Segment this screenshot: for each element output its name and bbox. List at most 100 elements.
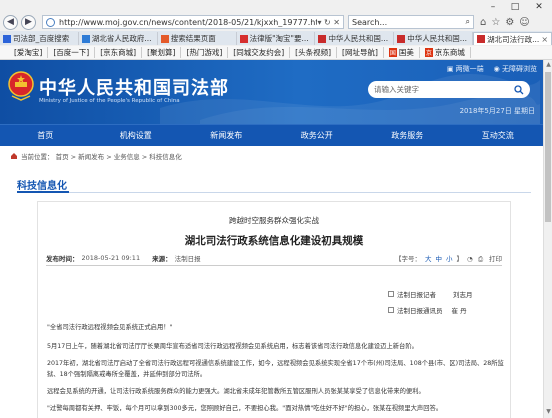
source-label: 来源：: [152, 255, 172, 263]
fav-item[interactable]: [头条视频]: [290, 47, 338, 58]
nav-government-services[interactable]: 政务服务: [362, 130, 453, 141]
fav-item[interactable]: [百度一下]: [48, 47, 96, 58]
tab-favicon-icon: [318, 34, 327, 43]
tab-label: 中华人民共和国...: [328, 34, 389, 43]
fav-item[interactable]: [爱淘宝]: [0, 47, 49, 58]
scroll-up-arrow-icon[interactable]: ▲: [544, 61, 552, 70]
browser-tab[interactable]: 中华人民共和国...: [315, 32, 395, 45]
fav-item[interactable]: [同城交友约会]: [228, 47, 291, 58]
nav-interaction[interactable]: 互动交流: [453, 130, 544, 141]
scrollbar-thumb[interactable]: [545, 72, 551, 222]
magnifier-icon[interactable]: ⌕: [466, 17, 470, 27]
reporter-outlet: 法制日报记者: [397, 291, 436, 299]
header-links: ▣ 两微一端 ◉ 无障碍浏览: [447, 64, 537, 74]
breadcrumb-text[interactable]: 当前位置： 首页 > 新闻发布 > 业务信息 > 科技信息化: [21, 151, 182, 161]
close-window-button[interactable]: ✕: [526, 0, 552, 14]
print-icon[interactable]: ⎙: [478, 255, 485, 263]
tab-favicon-icon: [160, 34, 169, 43]
site-english-name: Ministry of Justice of the People's Repu…: [39, 98, 180, 104]
national-emblem-icon: [8, 71, 34, 101]
reporter-outlet: 法制日报通讯员: [397, 307, 443, 315]
reporter-name: 崔 丹: [451, 307, 467, 315]
font-small-link[interactable]: 小: [446, 253, 453, 263]
search-icon[interactable]: [514, 84, 524, 95]
phone-icon: ▣: [446, 65, 456, 73]
font-large-link[interactable]: 大: [425, 253, 432, 263]
reporter-checkbox: [388, 307, 394, 313]
main-navigation: 首页 机构设置 新闻发布 政务公开 政务服务 互动交流: [0, 124, 543, 146]
share-icon[interactable]: ◔: [467, 255, 474, 263]
article-paragraph: 远程会见系统的开通，让司法行政系统服务群众的能力更强大。湖北省未成年犯管教所五管…: [47, 388, 425, 395]
tab-favicon-icon: [81, 34, 90, 43]
url-text[interactable]: http://www.moj.gov.cn/news/content/2018-…: [59, 18, 317, 27]
nav-news-release[interactable]: 新闻发布: [181, 130, 272, 141]
accessibility-link[interactable]: ◉ 无障碍浏览: [494, 64, 537, 74]
close-tab-icon[interactable]: ×: [541, 35, 548, 44]
reporter-line: 法制日报通讯员 崔 丹: [388, 305, 467, 315]
browser-tab[interactable]: 法律版"淘宝"要...: [237, 32, 316, 45]
address-bar[interactable]: http://www.moj.gov.cn/news/content/2018-…: [42, 15, 344, 29]
home-icon[interactable]: ⌂: [480, 17, 486, 28]
browser-search-box[interactable]: Search... ⌕: [348, 15, 474, 29]
reporter-name: 刘志月: [453, 291, 473, 299]
fav-item[interactable]: [网址导航]: [337, 47, 384, 58]
browser-tab[interactable]: 搜索结果页面: [158, 32, 237, 45]
smiley-icon[interactable]: ☺: [519, 17, 529, 28]
print-link[interactable]: 打印: [489, 253, 502, 263]
font-size-label: 【字号：: [395, 255, 421, 263]
tab-favicon-icon: [477, 35, 486, 43]
minimize-button[interactable]: –: [482, 0, 504, 14]
fav-item-jd[interactable]: 京京东商城: [420, 47, 471, 58]
scroll-down-arrow-icon[interactable]: ▼: [544, 408, 552, 417]
section-divider: [17, 191, 531, 193]
publish-label: 发布时间：: [46, 255, 79, 263]
font-medium-link[interactable]: 中: [436, 253, 443, 263]
fav-item-guomei[interactable]: 国国美: [384, 47, 420, 58]
forward-arrow-icon[interactable]: ▶: [21, 14, 36, 30]
tab-favicon-icon: [397, 34, 406, 43]
tab-label: 湖北司法行政...: [487, 34, 540, 44]
maximize-button[interactable]: □: [504, 0, 526, 14]
reporter-checkbox: [388, 291, 394, 297]
font-size-end: 】: [456, 255, 464, 263]
site-search-input[interactable]: 请输入关键字: [368, 81, 530, 98]
nav-organization[interactable]: 机构设置: [91, 130, 182, 141]
source-value: 法制日报: [174, 255, 201, 263]
article-paragraph: 5月17日上午，随着湖北省司法厅厅长粟周华宣布适省司法行政远程视频会见系统启用，…: [47, 343, 418, 350]
nav-home[interactable]: 首页: [0, 130, 91, 141]
favorites-star-icon[interactable]: ☆: [491, 17, 500, 28]
back-arrow-icon[interactable]: ◀: [3, 14, 18, 30]
site-header: 中华人民共和国司法部 Ministry of Justice of the Pe…: [0, 60, 543, 124]
accessibility-icon: ◉: [493, 65, 502, 73]
site-name[interactable]: 中华人民共和国司法部: [39, 74, 229, 100]
page-scrollbar[interactable]: ▲ ▼: [543, 60, 552, 418]
tab-label: 司法部_百度搜索: [13, 34, 70, 43]
browser-search-placeholder[interactable]: Search...: [352, 18, 466, 27]
browser-tab[interactable]: 湖北省人民政府...: [79, 32, 158, 45]
address-tools-icon[interactable]: ▾ ↻ ✕: [317, 18, 343, 27]
article-meta: 发布时间： 2018-05-21 09:11 来源： 法制日报 【字号： 大 中…: [46, 251, 502, 266]
site-search-placeholder[interactable]: 请输入关键字: [374, 84, 514, 95]
fav-item[interactable]: [聚划算]: [142, 47, 182, 58]
tab-favicon-icon: [3, 34, 11, 43]
article-title: 湖北司法行政系统信息化建设初具规模: [184, 235, 364, 247]
fav-item[interactable]: [京东商城]: [95, 47, 143, 58]
favorites-bar: [爱淘宝] [百度一下] [京东商城] [聚划算] [热门游戏] [同城交友约会…: [0, 46, 552, 59]
toolbar-icons: ⌂ ☆ ⚙ ☺: [480, 17, 530, 28]
weibo-weixin-link[interactable]: ▣ 两微一端: [447, 64, 484, 74]
fav-item[interactable]: [热门游戏]: [181, 47, 229, 58]
browser-tab[interactable]: 中华人民共和国...: [394, 32, 474, 45]
nav-government-affairs[interactable]: 政务公开: [272, 130, 363, 141]
tab-favicon-icon: [239, 34, 248, 43]
current-date: 2018年5月27日 星期日: [459, 107, 535, 115]
settings-gear-icon[interactable]: ⚙: [505, 17, 514, 28]
article-paragraph: 2017年初，湖北省司法厅启动了全省司法行政远程可视通信系统建设工作，如今，远程…: [47, 360, 504, 378]
browser-tab[interactable]: 司法部_百度搜索: [0, 32, 79, 45]
globe-icon: [46, 17, 55, 27]
section-title: 科技信息化: [17, 181, 67, 192]
article-paragraph: "全省司法行政远程视频会见系统正式启用！": [47, 324, 173, 331]
tab-bar: 司法部_百度搜索 湖北省人民政府... 搜索结果页面 法律版"淘宝"要... 中华人民共…: [0, 31, 552, 45]
browser-tab[interactable]: 湖北司法行政... ×: [473, 32, 552, 45]
breadcrumb: 当前位置： 首页 > 新闻发布 > 业务信息 > 科技信息化: [10, 151, 182, 161]
tab-label: 搜索结果页面: [170, 34, 216, 43]
